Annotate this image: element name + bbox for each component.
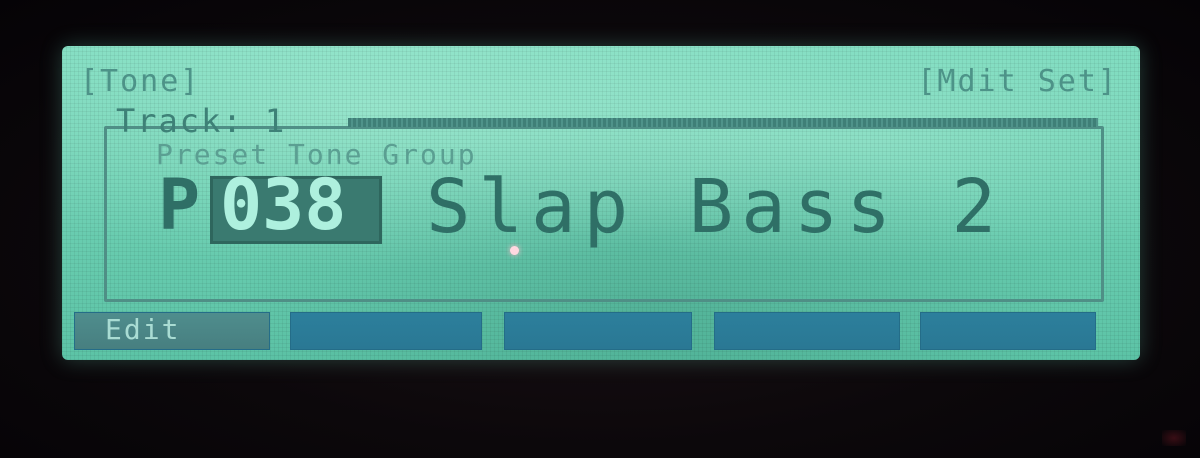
indicator-light — [1162, 430, 1186, 446]
track-label: Track: 1 — [116, 102, 287, 140]
tone-name: Slap Bass 2 — [426, 164, 1005, 250]
screen-reflection-dot — [510, 246, 519, 255]
track-rule — [348, 118, 1098, 127]
tone-bank-prefix: P — [158, 164, 201, 246]
function-key-4[interactable] — [714, 312, 900, 350]
tone-number[interactable]: 038 — [220, 164, 346, 246]
function-key-1-label: Edit — [105, 313, 181, 346]
screen-title: [Tone] — [80, 64, 201, 99]
function-key-2[interactable] — [290, 312, 482, 350]
function-key-3[interactable] — [504, 312, 692, 350]
function-key-5[interactable] — [920, 312, 1096, 350]
function-key-1[interactable]: Edit — [74, 312, 270, 350]
lcd-screen: [Tone] [Mdit Set] Track: 1 Preset Tone G… — [62, 46, 1140, 360]
screen-mode-indicator: [Mdit Set] — [917, 64, 1118, 99]
